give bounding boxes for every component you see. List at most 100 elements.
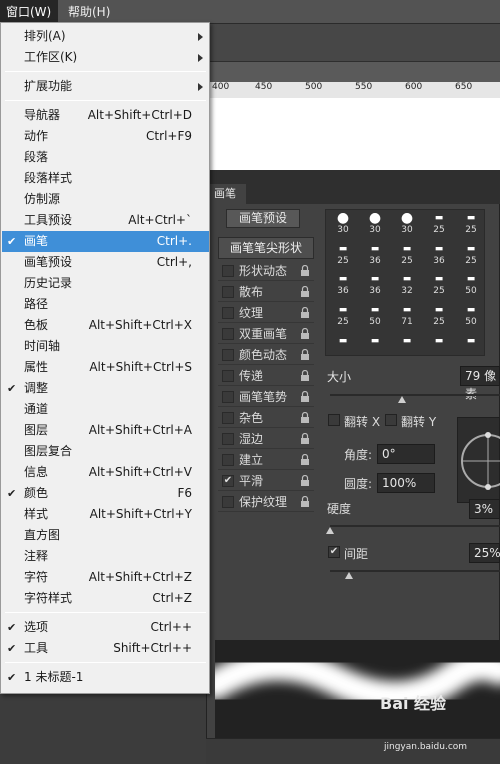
menu-item[interactable]: 通道 [2, 399, 209, 420]
roundness-input[interactable]: 100% [377, 473, 435, 493]
menu-item[interactable]: 段落 [2, 147, 209, 168]
lock-icon[interactable] [300, 496, 310, 507]
brush-option-checkbox[interactable] [222, 328, 234, 340]
menu-item[interactable]: ✔ 选项 Ctrl++ [2, 617, 209, 638]
brush-option-checkbox[interactable] [222, 412, 234, 424]
menu-item[interactable]: 动作 Ctrl+F9 [2, 126, 209, 147]
brush-tip-cell[interactable]: ▬ 36 [423, 243, 455, 266]
brush-tip-cell[interactable]: ▬ 25 [423, 304, 455, 327]
brush-option-item[interactable]: 湿边 [218, 429, 314, 449]
lock-icon[interactable] [300, 286, 310, 297]
brush-option-checkbox[interactable]: ✔ [222, 475, 234, 487]
brush-tip-cell[interactable]: ▬ 71 [391, 304, 423, 327]
menu-item[interactable]: 字符样式 Ctrl+Z [2, 588, 209, 609]
menu-item[interactable]: 工作区(K) [2, 47, 209, 68]
brush-tip-cell[interactable]: ▬ 25 [455, 212, 487, 235]
hardness-slider[interactable] [330, 525, 500, 527]
menu-item[interactable]: 扩展功能 [2, 76, 209, 97]
menu-help[interactable]: 帮助(H) [62, 0, 116, 24]
menu-item[interactable]: ✔ 调整 [2, 378, 209, 399]
brush-tip-cell[interactable]: ▬ 25 [391, 243, 423, 266]
lock-icon[interactable] [300, 433, 310, 444]
brush-tip-shape-item[interactable]: 画笔笔尖形状 [218, 237, 314, 259]
spacing-input[interactable]: 25% [469, 543, 500, 563]
spacing-checkbox[interactable]: ✔ [328, 546, 340, 558]
brush-tip-cell[interactable]: ▬ 25 [455, 243, 487, 266]
brush-tip-cell[interactable]: ● 30 [359, 211, 391, 235]
brush-tip-cell[interactable]: ▬ 36 [327, 273, 359, 296]
lock-icon[interactable] [300, 349, 310, 360]
menu-item[interactable]: 仿制源 [2, 189, 209, 210]
menu-item[interactable]: 信息 Alt+Shift+Ctrl+V [2, 462, 209, 483]
menu-item[interactable]: ✔ 颜色 F6 [2, 483, 209, 504]
menu-item[interactable]: ✔ 1 未标题-1 [2, 667, 209, 688]
angle-input[interactable]: 0° [377, 444, 435, 464]
brush-option-checkbox[interactable] [222, 307, 234, 319]
menu-item[interactable]: ✔ 画笔 Ctrl+. [2, 231, 209, 252]
spacing-slider[interactable] [330, 570, 500, 572]
menu-item[interactable]: 段落样式 [2, 168, 209, 189]
brush-tip-cell[interactable]: ▬ [391, 335, 423, 358]
lock-icon[interactable] [300, 370, 310, 381]
menu-item[interactable]: 导航器 Alt+Shift+Ctrl+D [2, 105, 209, 126]
brush-option-checkbox[interactable] [222, 391, 234, 403]
menu-item[interactable]: 色板 Alt+Shift+Ctrl+X [2, 315, 209, 336]
brush-tip-cell[interactable]: ▬ 25 [327, 243, 359, 266]
brush-option-checkbox[interactable] [222, 370, 234, 382]
brush-tip-cell[interactable]: ▬ 50 [455, 304, 487, 327]
lock-icon[interactable] [300, 412, 310, 423]
menu-item[interactable]: 图层 Alt+Shift+Ctrl+A [2, 420, 209, 441]
brush-tip-cell[interactable]: ▬ 25 [327, 304, 359, 327]
menu-item[interactable]: 工具预设 Alt+Ctrl+` [2, 210, 209, 231]
menu-item[interactable]: 时间轴 [2, 336, 209, 357]
brush-tip-cell[interactable]: ▬ 25 [423, 273, 455, 296]
brush-option-item[interactable]: 画笔笔势 [218, 387, 314, 407]
size-slider-knob[interactable] [398, 396, 406, 403]
brush-tip-cell[interactable]: ▬ 50 [359, 304, 391, 327]
menu-item[interactable]: 画笔预设 Ctrl+, [2, 252, 209, 273]
brush-tip-cell[interactable]: ▬ 36 [359, 273, 391, 296]
brush-option-item[interactable]: 纹理 [218, 303, 314, 323]
brush-option-item[interactable]: 双重画笔 [218, 324, 314, 344]
brush-tip-cell[interactable]: ▬ 50 [455, 273, 487, 296]
size-input[interactable]: 79 像素 [460, 366, 500, 401]
menu-item[interactable]: 属性 Alt+Shift+Ctrl+S [2, 357, 209, 378]
hardness-input[interactable]: 3% [469, 499, 500, 519]
brush-option-item[interactable]: 形状动态 [218, 261, 314, 281]
lock-icon[interactable] [300, 328, 310, 339]
brush-tip-cell[interactable]: ▬ [327, 335, 359, 358]
hardness-slider-knob[interactable] [326, 527, 334, 534]
lock-icon[interactable] [300, 265, 310, 276]
angle-roundness-widget[interactable] [457, 417, 500, 503]
menu-item[interactable]: 图层复合 [2, 441, 209, 462]
brush-tip-cell[interactable]: ▬ 36 [359, 243, 391, 266]
brush-tip-cell[interactable]: ▬ [359, 335, 391, 358]
brush-option-item[interactable]: ✔ 平滑 [218, 471, 314, 491]
brush-option-item[interactable]: 传递 [218, 366, 314, 386]
brush-tip-cell[interactable]: ▬ 25 [423, 212, 455, 235]
brush-option-checkbox[interactable] [222, 349, 234, 361]
lock-icon[interactable] [300, 391, 310, 402]
menu-item[interactable]: ✔ 工具 Shift+Ctrl++ [2, 638, 209, 659]
menu-item[interactable]: 直方图 [2, 525, 209, 546]
brush-option-checkbox[interactable] [222, 286, 234, 298]
size-slider[interactable] [330, 394, 500, 396]
brush-presets-button[interactable]: 画笔预设 [226, 209, 300, 228]
document-canvas[interactable] [210, 98, 500, 170]
brush-tip-cell[interactable]: ● 30 [327, 211, 359, 235]
flip-x-checkbox[interactable] [328, 414, 340, 426]
flip-y-checkbox[interactable] [385, 414, 397, 426]
brush-option-item[interactable]: 杂色 [218, 408, 314, 428]
brush-option-checkbox[interactable] [222, 454, 234, 466]
brush-tip-cell[interactable]: ▬ [455, 335, 487, 358]
brush-option-item[interactable]: 颜色动态 [218, 345, 314, 365]
brush-option-item[interactable]: 散布 [218, 282, 314, 302]
brush-tip-cell[interactable]: ▬ 32 [391, 273, 423, 296]
brush-option-checkbox[interactable] [222, 265, 234, 277]
brush-tip-cell[interactable]: ▬ [423, 335, 455, 358]
brush-tip-cell[interactable]: ● 30 [391, 211, 423, 235]
brush-option-checkbox[interactable] [222, 496, 234, 508]
menu-item[interactable]: 路径 [2, 294, 209, 315]
menu-window[interactable]: 窗口(W) [0, 0, 58, 24]
menu-item[interactable]: 历史记录 [2, 273, 209, 294]
